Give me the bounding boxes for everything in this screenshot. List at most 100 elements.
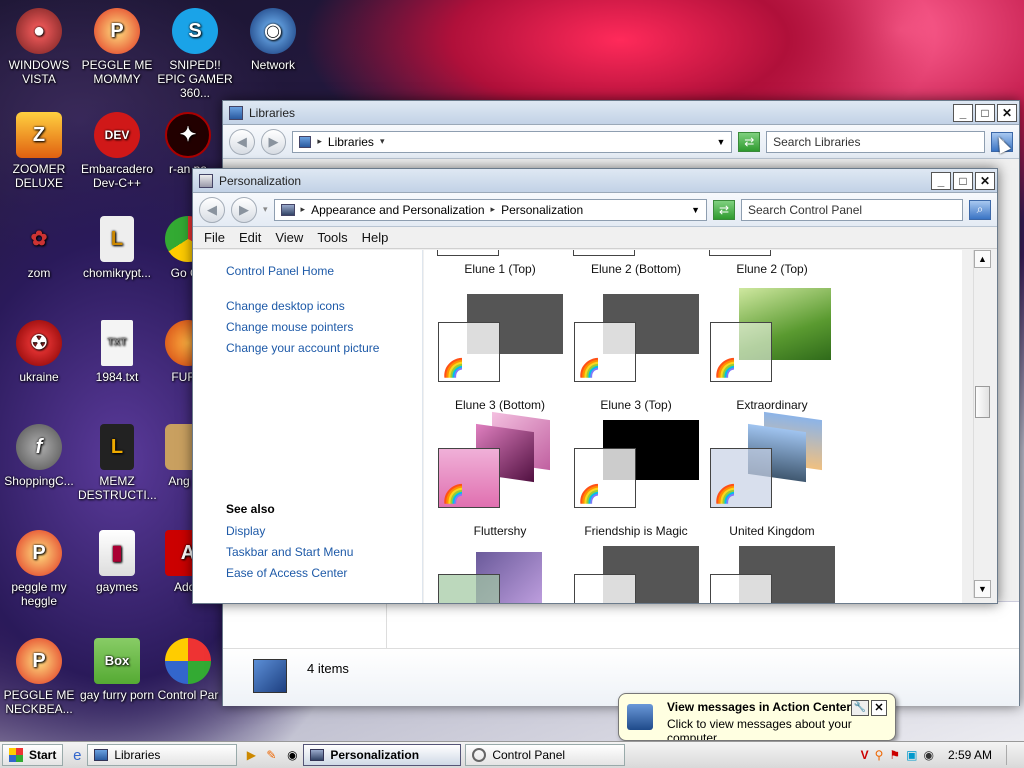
theme-thumbnail-partial[interactable] bbox=[432, 546, 568, 603]
desktop-icon-chomikrypt[interactable]: L chomikrypt... bbox=[78, 216, 156, 280]
taskbar-item-personalization[interactable]: Personalization bbox=[303, 744, 462, 766]
peggle-icon: P bbox=[16, 530, 62, 576]
desktop-icon-sniped[interactable]: S SNIPED!! EPIC GAMER 360... bbox=[156, 8, 234, 100]
menu-view[interactable]: View bbox=[268, 230, 310, 245]
menu-tools[interactable]: Tools bbox=[310, 230, 354, 245]
scroll-down-arrow[interactable]: ▼ bbox=[974, 580, 991, 598]
menu-help[interactable]: Help bbox=[355, 230, 396, 245]
theme-fluttershy[interactable]: 🌈 Fluttershy bbox=[432, 411, 568, 538]
action-center-notification[interactable]: View messages in Action Center Click to … bbox=[618, 693, 896, 741]
address-field[interactable]: ▸ Libraries ▾ ▼ bbox=[292, 130, 733, 153]
address-field[interactable]: ▸ Appearance and Personalization ▸ Perso… bbox=[273, 198, 707, 221]
link-change-mouse-pointers[interactable]: Change mouse pointers bbox=[226, 320, 422, 334]
refresh-button[interactable]: ⇄ bbox=[713, 199, 735, 220]
control-panel-icon bbox=[165, 638, 211, 684]
link-ease-of-access[interactable]: Ease of Access Center bbox=[226, 566, 353, 580]
theme-friendship-is-magic[interactable]: 🌈 Friendship is Magic bbox=[568, 420, 704, 538]
desktop-icon-zoomer-deluxe[interactable]: Z ZOOMER DELUXE bbox=[0, 112, 78, 190]
personalization-titlebar[interactable]: Personalization _ □ ✕ bbox=[193, 169, 997, 193]
address-dropdown-icon[interactable]: ▼ bbox=[716, 137, 725, 147]
close-button[interactable]: ✕ bbox=[975, 171, 995, 190]
theme-thumbnail-partial[interactable] bbox=[704, 546, 840, 603]
taskbar-item-control-panel[interactable]: Control Panel bbox=[465, 744, 626, 766]
breadcrumb-personalization[interactable]: Personalization bbox=[501, 203, 583, 217]
desktop-icon-ukraine[interactable]: ☢ ukraine bbox=[0, 320, 78, 384]
clock[interactable]: 2:59 AM bbox=[948, 748, 992, 762]
themes-list: Elune 1 (Top) Elune 2 (Bottom) Elune 2 (… bbox=[424, 250, 962, 603]
desktop-icon-memz[interactable]: L MEMZ DESTRUCTI... bbox=[78, 424, 157, 502]
breadcrumb-appearance[interactable]: Appearance and Personalization bbox=[311, 203, 484, 217]
search-tray-icon[interactable]: ⚲ bbox=[875, 748, 884, 762]
paint-icon[interactable]: ✎ bbox=[261, 748, 281, 762]
close-button[interactable]: ✕ bbox=[997, 103, 1017, 122]
refresh-button[interactable]: ⇄ bbox=[738, 131, 761, 152]
volume-icon[interactable]: ◉ bbox=[923, 748, 933, 762]
search-button[interactable]: ⌕ bbox=[969, 199, 991, 220]
vertical-scrollbar[interactable]: ▲ ▼ bbox=[973, 250, 991, 598]
forward-button[interactable]: ▶ bbox=[231, 196, 257, 223]
theme-elune-2-bottom[interactable]: Elune 2 (Bottom) bbox=[568, 250, 704, 276]
theme-elune-1-top[interactable]: Elune 1 (Top) bbox=[432, 250, 568, 276]
theme-elune-2-top[interactable]: Elune 2 (Top) bbox=[704, 250, 840, 276]
minimize-button[interactable]: _ bbox=[931, 171, 951, 190]
libraries-titlebar[interactable]: Libraries _ □ ✕ bbox=[223, 101, 1019, 125]
desktop-icon-peggle-my-heggle[interactable]: P peggle my heggle bbox=[0, 530, 78, 608]
desktop-icon-windows-vista[interactable]: ● WINDOWS VISTA bbox=[0, 8, 78, 86]
internet-explorer-icon[interactable]: e bbox=[67, 747, 87, 764]
desktop-icon-gay-furry-porn[interactable]: Box gay furry porn bbox=[78, 638, 156, 702]
theme-elune-3-bottom[interactable]: 🌈 Elune 3 (Bottom) bbox=[432, 294, 568, 412]
flash-icon: f bbox=[16, 424, 62, 470]
desktop-icon-control-panel[interactable]: Control Par bbox=[156, 638, 220, 702]
start-button[interactable]: Start bbox=[2, 744, 64, 766]
link-control-panel-home[interactable]: Control Panel Home bbox=[226, 264, 422, 278]
see-also-heading: See also bbox=[226, 502, 275, 516]
desktop-icon-r-an[interactable]: ✦ r-an pa bbox=[156, 112, 220, 176]
personalization-addressbar: ◀ ▶ ▾ ▸ Appearance and Personalization ▸… bbox=[193, 193, 997, 227]
desktop-icon-network[interactable]: ◉ Network bbox=[234, 8, 312, 72]
wrench-icon[interactable]: 🔧 bbox=[851, 700, 869, 716]
link-display[interactable]: Display bbox=[226, 524, 353, 538]
chrome-icon[interactable]: ◉ bbox=[281, 748, 303, 762]
desktop-icon-devcpp[interactable]: DEV Embarcadero Dev-C++ bbox=[78, 112, 156, 190]
theme-thumbnail-partial[interactable] bbox=[568, 546, 704, 603]
back-button[interactable]: ◀ bbox=[199, 196, 225, 223]
link-change-account-picture[interactable]: Change your account picture bbox=[226, 341, 422, 355]
menu-edit[interactable]: Edit bbox=[232, 230, 268, 245]
chevron-right-icon: ▸ bbox=[300, 204, 306, 214]
theme-thumbnail: 🌈 bbox=[568, 294, 704, 394]
forward-button[interactable]: ▶ bbox=[260, 128, 287, 155]
back-button[interactable]: ◀ bbox=[229, 128, 255, 155]
address-dropdown-icon[interactable]: ▼ bbox=[691, 205, 700, 215]
network-tray-icon[interactable]: ▣ bbox=[906, 748, 917, 762]
taskbar-item-libraries[interactable]: Libraries bbox=[87, 744, 238, 766]
flower-icon: ✿ bbox=[30, 228, 48, 250]
scroll-up-arrow[interactable]: ▲ bbox=[974, 250, 991, 268]
desktop-icon-gaymes[interactable]: ▮ gaymes bbox=[78, 530, 156, 594]
minimize-button[interactable]: _ bbox=[953, 103, 973, 122]
link-change-desktop-icons[interactable]: Change desktop icons bbox=[226, 299, 422, 313]
file-icon: L bbox=[100, 216, 134, 262]
search-input[interactable]: Search Libraries bbox=[766, 130, 986, 153]
notification-close-button[interactable]: ✕ bbox=[871, 700, 887, 716]
media-player-icon[interactable]: ▶ bbox=[241, 748, 261, 762]
chevron-down-icon[interactable]: ▾ bbox=[380, 136, 385, 147]
antivirus-icon[interactable]: V bbox=[861, 748, 869, 762]
desktop-icon-peggle-me-mommy[interactable]: P PEGGLE ME MOMMY bbox=[78, 8, 156, 86]
link-taskbar-start-menu[interactable]: Taskbar and Start Menu bbox=[226, 545, 353, 559]
show-desktop-button[interactable] bbox=[1006, 745, 1016, 765]
maximize-button[interactable]: □ bbox=[953, 171, 973, 190]
recent-pages-icon[interactable]: ▾ bbox=[263, 204, 268, 215]
scrollbar-thumb[interactable] bbox=[975, 386, 990, 418]
desktop-icon-shoppingc[interactable]: f ShoppingC... bbox=[0, 424, 78, 488]
search-input[interactable]: Search Control Panel bbox=[741, 198, 963, 221]
chevron-down-icon[interactable]: ▸ bbox=[491, 204, 496, 215]
desktop-icon-1984-txt[interactable]: TXT 1984.txt bbox=[78, 320, 156, 384]
theme-extraordinary[interactable]: 🌈 Extraordinary bbox=[704, 288, 840, 412]
desktop-icon-zom[interactable]: ✿ zom bbox=[0, 216, 78, 280]
menu-file[interactable]: File bbox=[197, 230, 232, 245]
theme-elune-3-top[interactable]: 🌈 Elune 3 (Top) bbox=[568, 294, 704, 412]
theme-united-kingdom[interactable]: 🌈 United Kingdom bbox=[704, 411, 840, 538]
action-center-flag-icon[interactable]: ⚑ bbox=[889, 748, 900, 762]
maximize-button[interactable]: □ bbox=[975, 103, 995, 122]
desktop-icon-peggle-me-neckbea[interactable]: P PEGGLE ME NECKBEA... bbox=[0, 638, 78, 716]
